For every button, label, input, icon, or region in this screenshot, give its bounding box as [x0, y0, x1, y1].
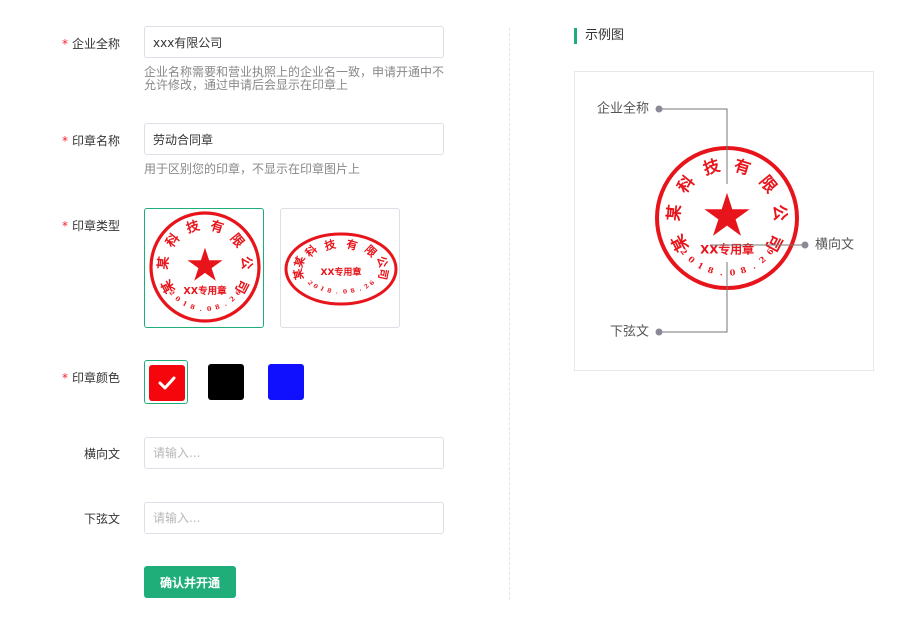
seal-company-text: 有 — [732, 156, 753, 179]
seal-horizontal-text: XX专用章 — [321, 266, 362, 278]
star-icon — [187, 247, 223, 281]
seal-color-label: * 印章颜色 — [61, 371, 120, 385]
example-seal-svg: 某某科技 有限公司XX专用章201 8. 0 8.26企业全称横向文下弦文 — [597, 101, 854, 340]
horizontal-text-input[interactable] — [144, 437, 444, 469]
seal-bottom-text: 8 — [350, 287, 356, 295]
seal-bottom-text: 1 — [318, 285, 325, 293]
confirm-open-button[interactable]: 确认并开通 — [144, 566, 236, 598]
seal-bottom-text: 8 — [214, 303, 221, 312]
seal-company-text: 某 — [155, 255, 172, 272]
seal-company-text: 公 — [374, 255, 390, 269]
company-name-input[interactable] — [144, 26, 444, 58]
seal-bottom-text: 1 — [181, 299, 189, 308]
bottom-text-label: 下弦文 — [83, 512, 120, 526]
star-icon — [704, 192, 750, 236]
seal-company-text: 有 — [345, 237, 359, 253]
seal-company-text: 公 — [238, 256, 254, 270]
seal-company-text: 司 — [375, 267, 390, 280]
example-company-label: 企业全称 — [597, 101, 649, 117]
seal-bottom-text: 0 — [343, 288, 348, 295]
seal-bottom-text: 0 — [311, 283, 319, 291]
horizontal-text-label: 横向文 — [83, 447, 120, 461]
seal-color-red-option[interactable] — [144, 360, 188, 404]
section-divider — [509, 28, 510, 600]
example-horizontal-label: 横向文 — [815, 237, 854, 253]
seal-bottom-text: 0 — [173, 295, 182, 304]
example-bottom-label: 下弦文 — [610, 324, 649, 340]
seal-bottom-text: 8 — [739, 264, 748, 275]
company-dot-icon — [655, 105, 663, 113]
seal-bottom-text: 8 — [707, 264, 716, 275]
oval-seal-preview: 某某科技有限公司XX专用章20 1 8. 0 8. 26 — [284, 232, 398, 306]
color-swatch-blue — [268, 364, 304, 400]
seal-company-text: 技 — [184, 217, 202, 236]
seal-bottom-text: 0 — [207, 305, 213, 313]
seal-color-blue-option[interactable] — [264, 360, 308, 404]
example-diagram: 某某科技有限公司 XX专用章 2 0 1 8. 0 8. 2 6 企业全称 横向文 下弦文 — [574, 71, 874, 371]
color-swatch-black — [208, 364, 244, 400]
seal-type-round-option[interactable]: 某某科技有限公司 XX专用章 2 0 1 8. 0 8. 2 6 — [144, 208, 264, 328]
seal-color-black-option[interactable] — [204, 360, 248, 404]
seal-bottom-text: . — [357, 286, 362, 293]
seal-company-text: 有 — [208, 218, 225, 237]
checkmark-icon — [158, 376, 176, 390]
seal-horizontal-text: XX专用章 — [183, 285, 227, 297]
seal-type-oval-option[interactable]: 某某科技有限公司 XX专用章 2 0 1 8. 0 8. 2 6 — [280, 208, 400, 328]
seal-bottom-text: . — [336, 288, 339, 295]
seal-bottom-text: 6 — [368, 279, 376, 287]
seal-company-text: 技 — [701, 155, 723, 178]
seal-company-text: 技 — [323, 236, 338, 253]
seal-name-label: * 印章名称 — [61, 134, 120, 148]
seal-company-text: 限 — [227, 231, 247, 251]
seal-bottom-text: 0 — [729, 267, 736, 278]
company-label: * 企业全称 — [61, 37, 120, 51]
seal-company-text: 某 — [664, 203, 685, 222]
bottom-leader-line — [659, 262, 728, 333]
seal-company-text: 科 — [673, 171, 698, 196]
seal-name-help-text: 用于区别您的印章，不显示在印章图片上 — [144, 162, 361, 176]
round-seal-preview: 某某科技 有限公司XX专用章201 8. 0 8.26 — [149, 211, 261, 323]
horizontal-dot-icon — [801, 241, 809, 249]
seal-company-text: 限 — [756, 172, 781, 197]
seal-bottom-text: . — [199, 305, 202, 313]
seal-company-text: 某 — [291, 253, 308, 270]
seal-company-text: 科 — [163, 230, 184, 250]
bottom-dot-icon — [655, 328, 663, 336]
seal-bottom-text: 0 — [686, 254, 697, 266]
seal-type-label: * 印章类型 — [61, 219, 120, 233]
seal-bottom-text: . — [720, 267, 724, 277]
seal-bottom-text: 1 — [696, 260, 706, 271]
bottom-text-input[interactable] — [144, 502, 444, 534]
seal-bottom-text: 2 — [228, 295, 237, 304]
seal-bottom-text: . — [750, 261, 757, 271]
seal-bottom-text: . — [222, 300, 228, 308]
seal-bottom-text: 2 — [757, 254, 768, 265]
seal-bottom-text: 8 — [326, 287, 332, 295]
seal-company-text: 公 — [770, 204, 791, 223]
seal-bottom-text: 8 — [189, 303, 196, 312]
seal-name-input[interactable] — [144, 123, 444, 155]
seal-company-text: 科 — [302, 242, 320, 260]
company-help-text: 企业名称需要和营业执照上的企业名一致，申请开通中不允许修改，通过申请后会显示在印… — [144, 65, 445, 92]
example-title: 示例图 — [574, 28, 624, 44]
